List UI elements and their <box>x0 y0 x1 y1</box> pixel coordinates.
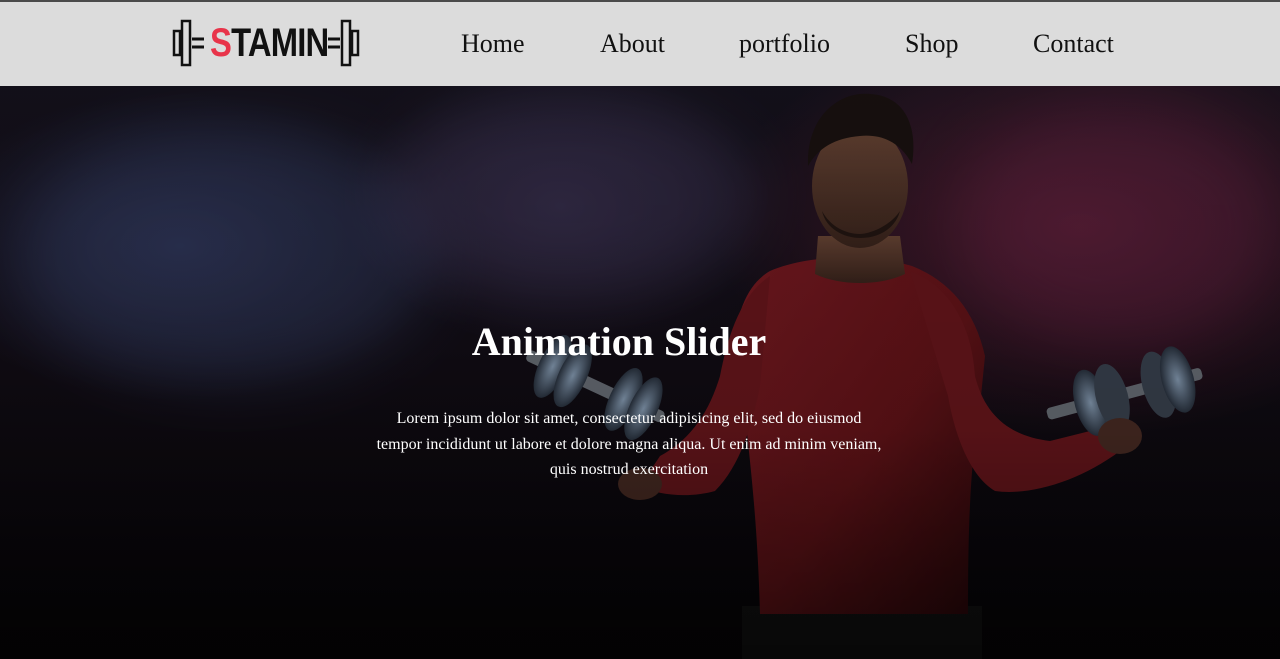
site-header: STAMIN Home About portfolio Shop Contact <box>0 0 1280 86</box>
nav-item-about[interactable]: About <box>600 29 665 59</box>
nav-item-portfolio[interactable]: portfolio <box>739 29 830 59</box>
hero-dark-overlay <box>0 86 1280 659</box>
hero-title: Animation Slider <box>471 319 767 364</box>
main-nav: Home About portfolio Shop Contact <box>0 2 1280 88</box>
nav-item-shop[interactable]: Shop <box>905 29 958 59</box>
page: STAMIN Home About portfolio Shop Contact <box>0 0 1280 659</box>
nav-item-contact[interactable]: Contact <box>1033 29 1114 59</box>
hero-slider: Animation Slider Lorem ipsum dolor sit a… <box>0 86 1280 659</box>
hero-description: Lorem ipsum dolor sit amet, consectetur … <box>376 410 882 478</box>
nav-item-home[interactable]: Home <box>461 29 525 59</box>
